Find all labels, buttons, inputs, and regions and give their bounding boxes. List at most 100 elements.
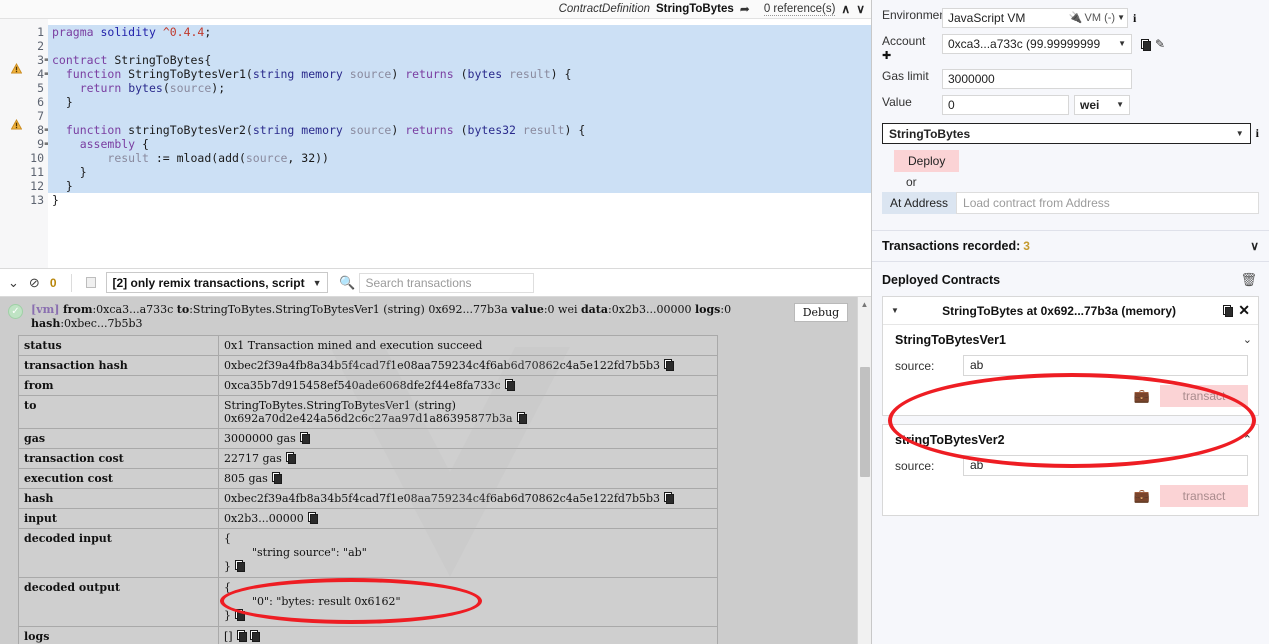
chevron-down-icon[interactable]: ⌄ (1243, 333, 1252, 346)
editor-code-area[interactable]: pragma solidity ^0.4.4; contract StringTo… (48, 19, 871, 268)
detail-key: from (18, 375, 219, 396)
chevron-up-icon[interactable]: ⌃ (1243, 433, 1252, 446)
chevron-down-icon[interactable]: ▼ (891, 306, 899, 315)
code-line[interactable]: function stringToBytesVer2(string memory… (48, 123, 871, 137)
copy-icon[interactable] (235, 560, 245, 572)
gutter-line[interactable]: 6 (0, 95, 48, 109)
gutter-line[interactable]: 2 (0, 39, 48, 53)
copy-icon[interactable] (249, 630, 260, 642)
value-unit-select[interactable]: wei ▼ (1074, 95, 1130, 115)
copy-icon[interactable] (235, 609, 245, 621)
detail-value: 22717 gas (218, 448, 718, 469)
copy-address-icon[interactable] (1223, 305, 1234, 317)
listen-checkbox[interactable] (85, 277, 96, 288)
function-arg-input[interactable]: ab (963, 355, 1248, 376)
environment-status: VM (-) (1084, 12, 1116, 24)
scrollbar-thumb[interactable] (860, 367, 870, 477)
transact-button[interactable]: transact (1160, 485, 1248, 507)
prev-reference-icon[interactable]: ∧ (841, 2, 850, 16)
deploy-button[interactable]: Deploy (894, 150, 960, 172)
gutter-line[interactable]: 10 (0, 151, 48, 165)
code-line[interactable] (48, 109, 871, 123)
gutter-line[interactable]: 5 (0, 81, 48, 95)
detail-key: execution cost (18, 468, 219, 489)
function-arg-input[interactable]: ab (963, 455, 1248, 476)
copy-account-icon[interactable] (1141, 38, 1151, 51)
environment-row: Environment JavaScript VM 🔌 VM (-) ▼ i (882, 8, 1259, 28)
transaction-summary: [vm] from:0xca3...a733c to:StringToBytes… (31, 303, 732, 330)
copy-icon[interactable] (271, 472, 282, 484)
code-line[interactable]: pragma solidity ^0.4.4; (48, 25, 871, 39)
transact-button[interactable]: transact (1160, 385, 1248, 407)
code-editor[interactable]: 123▬4▬5678▬9▬10111213 pragma solidity ^0… (0, 19, 871, 268)
gutter-line[interactable]: 9▬ (0, 137, 50, 151)
code-line[interactable]: } (48, 193, 871, 207)
editor-scrollbar[interactable] (862, 38, 871, 268)
at-address-button[interactable]: At Address (882, 192, 957, 214)
scroll-up-icon[interactable]: ▲ (858, 297, 871, 311)
contract-select[interactable]: StringToBytes ▼ (882, 123, 1251, 144)
code-line[interactable]: } (48, 165, 871, 179)
or-separator-label: or (906, 175, 917, 189)
transaction-filter-select[interactable]: [2] only remix transactions, script ▼ (105, 272, 329, 293)
account-select[interactable]: 0xca3...a733c (99.99999999 ▼ (942, 34, 1132, 54)
gutter-line[interactable]: 8▬ (0, 123, 50, 137)
environment-select[interactable]: JavaScript VM 🔌 VM (-) ▼ (942, 8, 1128, 28)
detail-value: { "0": "bytes: result 0x6162" } (218, 577, 718, 627)
copy-icon[interactable] (516, 412, 527, 424)
code-line[interactable]: result := mload(add(source, 32)) (48, 151, 871, 165)
goto-definition-icon[interactable]: ➦ (740, 2, 750, 16)
clear-console-icon[interactable]: ⊘ (29, 275, 40, 291)
terminal-scrollbar[interactable]: ▲ (857, 297, 871, 644)
copy-icon[interactable] (299, 432, 310, 444)
code-line[interactable] (48, 39, 871, 53)
chevron-down-icon[interactable]: ∨ (1250, 239, 1259, 253)
code-line[interactable]: return bytes(source); (48, 81, 871, 95)
code-line[interactable]: assembly { (48, 137, 871, 151)
debug-button[interactable]: Debug (793, 303, 849, 322)
gutter-line[interactable]: 13 (0, 193, 48, 207)
collapse-terminal-icon[interactable]: ⌄ (8, 275, 19, 291)
at-address-input[interactable]: Load contract from Address (956, 192, 1259, 214)
transactions-recorded-label: Transactions recorded: (882, 239, 1021, 253)
copy-icon[interactable] (504, 379, 515, 391)
code-line[interactable]: } (48, 95, 871, 109)
code-line[interactable]: } (48, 179, 871, 193)
contract-info-icon[interactable]: i (1256, 126, 1259, 141)
copy-icon[interactable] (285, 452, 296, 464)
gutter-line[interactable]: 4▬ (0, 67, 50, 81)
code-line[interactable]: contract StringToBytes{ (48, 53, 871, 67)
copy-icon[interactable] (664, 492, 675, 504)
transaction-filter-value: [2] only remix transactions, script (112, 275, 305, 290)
trash-icon[interactable]: 🗑 (1240, 272, 1257, 288)
gas-limit-input[interactable]: 3000000 (942, 69, 1132, 89)
next-reference-icon[interactable]: ∨ (856, 2, 865, 16)
copy-icon[interactable] (664, 359, 675, 371)
deployed-contract-card-header[interactable]: ▼ StringToBytes at 0x692...77b3a (memory… (883, 297, 1258, 325)
account-row: Account ✚ 0xca3...a733c (99.99999999 ▼ ✎ (882, 34, 1259, 63)
gutter-line[interactable]: 11 (0, 165, 48, 179)
copy-icon[interactable] (307, 512, 318, 524)
gutter-line[interactable]: 1 (0, 25, 48, 39)
chevron-down-icon: ▼ (1116, 100, 1124, 109)
briefcase-icon[interactable]: 💼 (1134, 388, 1150, 404)
value-input[interactable]: 0 (942, 95, 1069, 115)
transaction-header[interactable]: ✓ [vm] from:0xca3...a733c to:StringToByt… (0, 297, 871, 335)
table-row: from 0xca35b7d915458ef540ade6068dfe2f44e8… (18, 375, 718, 396)
environment-info-icon[interactable]: i (1133, 11, 1136, 26)
transactions-recorded-section[interactable]: Transactions recorded: 3 ∨ (872, 230, 1269, 262)
copy-icon[interactable] (236, 630, 247, 642)
references-count[interactable]: 0 reference(s) (763, 3, 836, 16)
gutter-line[interactable]: 12 (0, 179, 48, 193)
add-account-icon[interactable]: ✚ (882, 50, 891, 62)
detail-value: 3000000 gas (218, 428, 718, 449)
gutter-line[interactable]: 3▬ (0, 53, 50, 67)
code-line[interactable]: function StringToBytesVer1(string memory… (48, 67, 871, 81)
search-transactions-input[interactable]: Search transactions (359, 272, 535, 293)
close-icon[interactable]: ✕ (1238, 302, 1250, 319)
edit-account-icon[interactable]: ✎ (1155, 37, 1165, 51)
account-label-text: Account (882, 34, 926, 48)
account-label: Account ✚ (882, 34, 942, 63)
briefcase-icon[interactable]: 💼 (1134, 488, 1150, 504)
gutter-line[interactable]: 7 (0, 109, 48, 123)
